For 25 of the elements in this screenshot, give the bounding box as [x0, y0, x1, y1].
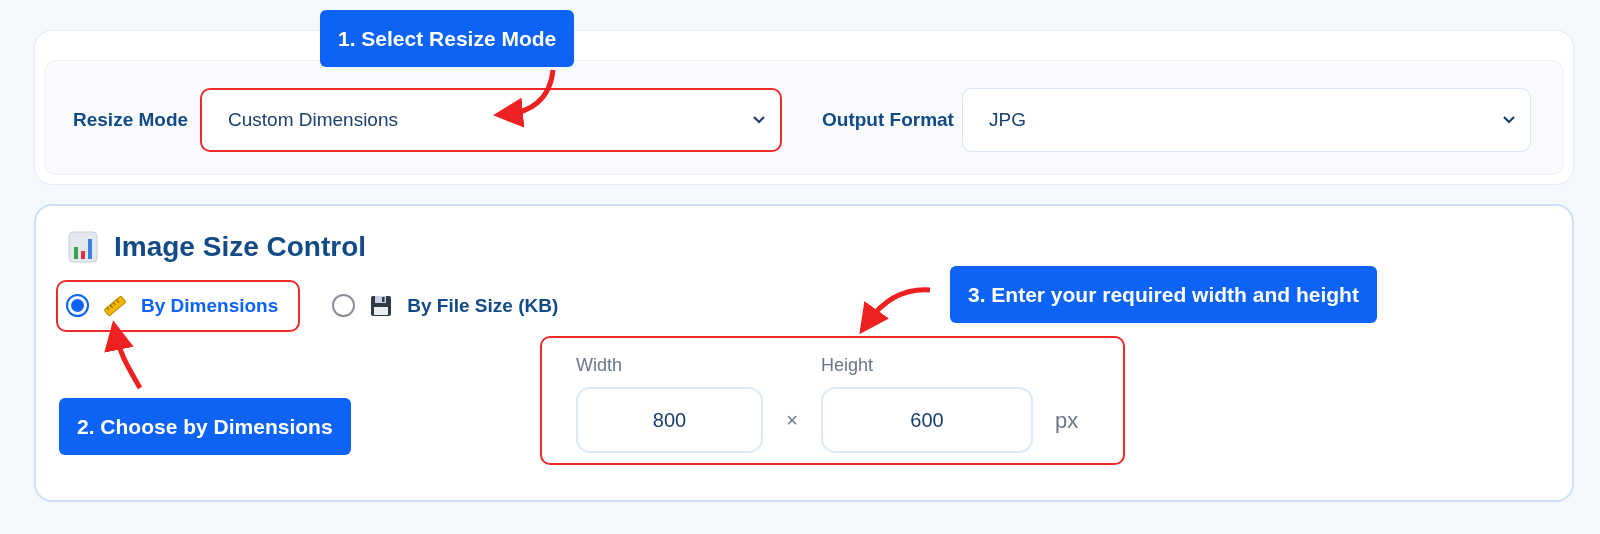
field-label: Width	[576, 354, 623, 378]
chevron-down-icon	[1502, 115, 1516, 125]
dropdown[interactable]: JPG	[962, 88, 1531, 152]
radio-button[interactable]	[66, 294, 89, 318]
width-input[interactable]: 800	[576, 387, 763, 454]
field-label: Resize Mode	[73, 108, 190, 132]
section-title: Image Size Control	[114, 230, 367, 264]
radio-button[interactable]	[332, 294, 356, 318]
field-label: Output Format	[822, 108, 955, 132]
option-label[interactable]: By Dimensions	[141, 291, 279, 321]
times-sign: ×	[785, 408, 799, 434]
bar-chart-icon	[68, 230, 98, 263]
callout-label: 1. Select Resize Mode	[320, 10, 575, 68]
unit-label: px	[1055, 406, 1079, 435]
chevron-down-icon	[752, 115, 766, 125]
option-label[interactable]: By File Size (KB)	[407, 291, 559, 321]
dropdown-value: Custom Dimensions	[228, 107, 398, 132]
field-label: Height	[821, 354, 874, 378]
callout-label: 2. Choose by Dimensions	[59, 398, 351, 456]
height-input[interactable]: 600	[821, 387, 1033, 454]
arrow	[859, 287, 931, 334]
dropdown[interactable]: Custom Dimensions	[200, 88, 782, 152]
dropdown-value: JPG	[989, 107, 1026, 132]
callout-label: 3. Enter your required width and height	[950, 266, 1377, 324]
arrow	[493, 69, 556, 127]
